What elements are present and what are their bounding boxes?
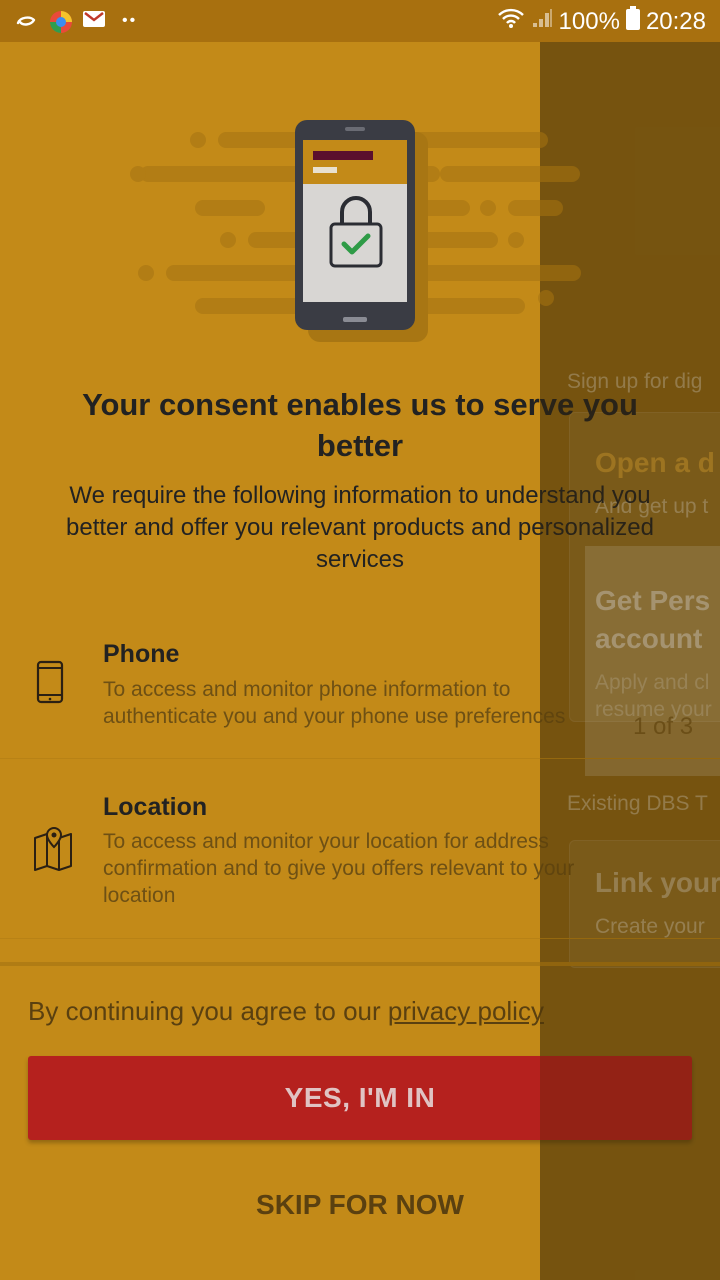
notification-swirl-icon [14, 9, 38, 33]
map-pin-icon [32, 824, 80, 872]
yes-im-in-button[interactable]: YES, I'M IN [28, 1056, 692, 1140]
phone-home-button [343, 317, 367, 322]
battery-text: 100% [558, 7, 620, 35]
status-left-icons: •• [14, 9, 137, 33]
permission-item-phone: Phone To access and monitor phone inform… [0, 630, 720, 758]
consent-title: Your consent enables us to serve you bet… [82, 387, 638, 463]
privacy-policy-link[interactable]: privacy policy [388, 996, 544, 1026]
consent-illustration [130, 110, 590, 350]
phone-screen [303, 140, 407, 302]
permission-title: Phone [103, 640, 180, 668]
more-dots-icon: •• [122, 12, 138, 29]
illus-dot [538, 290, 554, 306]
phone-header-bar [313, 151, 373, 160]
illus-line [440, 166, 580, 182]
illus-dot [190, 132, 206, 148]
divider [0, 758, 720, 759]
privacy-notice: By continuing you agree to our privacy p… [28, 996, 544, 1027]
battery-icon [625, 6, 640, 37]
divider [0, 938, 720, 939]
browser-icon [48, 9, 72, 33]
status-bar: •• 100% 20:28 [0, 0, 720, 42]
gmail-icon [82, 9, 106, 33]
illus-dot [130, 166, 146, 182]
phone-speaker [345, 127, 365, 131]
phone-header-bar-small [313, 167, 337, 173]
consent-subtitle: We require the following information to … [66, 482, 654, 573]
status-right: 100% 20:28 [497, 6, 706, 37]
phone-screen-header [303, 140, 407, 184]
illus-dot [480, 200, 496, 216]
padlock-check-icon [329, 196, 383, 268]
privacy-prefix: By continuing you agree to our [28, 996, 388, 1026]
permission-description: To access and monitor phone information … [103, 678, 566, 728]
illus-dot [138, 265, 154, 281]
illus-dot [508, 232, 524, 248]
phone-illustration [295, 120, 415, 330]
wifi-icon [497, 7, 525, 36]
permission-title: Location [103, 793, 208, 821]
illus-line [195, 200, 265, 216]
consent-actions: By continuing you agree to our privacy p… [0, 962, 720, 1280]
clock: 20:28 [645, 7, 706, 35]
illus-dot [220, 232, 236, 248]
actions-shadow [0, 962, 720, 966]
permission-description: To access and monitor your location for … [103, 830, 575, 907]
bg-card2-title-1: Get Pers [595, 585, 711, 616]
permission-item-location: Location To access and monitor your loca… [0, 784, 720, 938]
illus-line [508, 200, 563, 216]
phone-icon [30, 658, 78, 706]
skip-for-now-button[interactable]: SKIP FOR NOW [0, 1180, 720, 1230]
signal-icon [531, 7, 553, 36]
